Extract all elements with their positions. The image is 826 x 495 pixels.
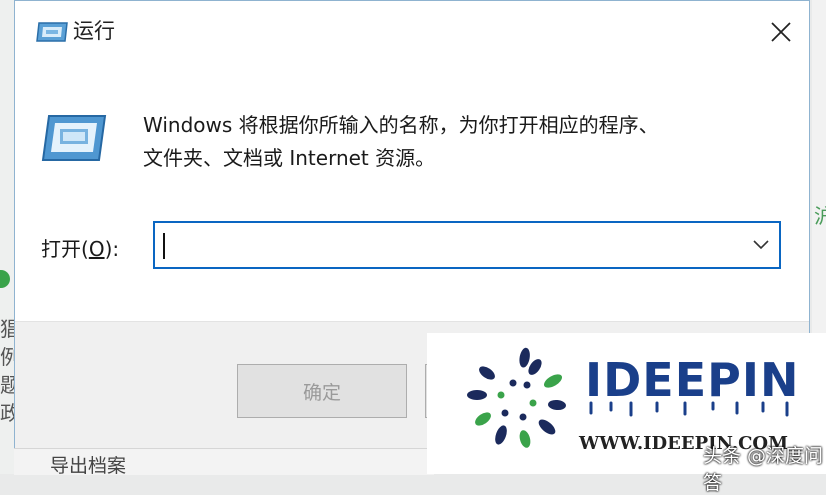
title-bar[interactable]: 运行	[15, 1, 809, 63]
status-dot	[0, 270, 10, 288]
close-icon	[771, 22, 791, 42]
description-line: Windows 将根据你所输入的名称，为你打开相应的程序、	[143, 113, 659, 137]
window-title: 运行	[73, 19, 115, 43]
background-glyph: 例	[0, 346, 14, 368]
run-window-icon	[36, 22, 68, 42]
background-glyph: 政	[0, 402, 14, 424]
open-label-prefix: 打开(	[41, 237, 89, 261]
open-label-suffix: ):	[104, 237, 120, 261]
background-glyph: 题	[0, 374, 14, 396]
watermark: IDEEPIN WWW.IDEEPIN.COM 头条 @深度问答	[427, 333, 826, 494]
close-button[interactable]	[753, 1, 809, 63]
run-window-icon	[41, 115, 107, 161]
open-input[interactable]	[161, 227, 745, 265]
open-label-accelerator: O	[88, 237, 105, 261]
background-left-edge: 猖 例 题 政	[0, 0, 14, 474]
open-label: 打开(O):	[41, 233, 119, 262]
ok-button[interactable]: 确定	[237, 364, 407, 418]
background-bottom-strip: 导出档案	[14, 448, 434, 477]
ideepin-logo	[467, 347, 566, 448]
description: Windows 将根据你所输入的名称，为你打开相应的程序、 文件夹、文档或 In…	[143, 109, 783, 175]
watermark-tag: 头条 @深度问答	[703, 445, 824, 494]
description-line: 文件夹、文档或 Internet 资源。	[143, 146, 436, 170]
chevron-down-icon[interactable]	[751, 237, 771, 253]
open-combobox[interactable]	[153, 221, 781, 269]
text-caret	[163, 233, 165, 259]
watermark-brand: IDEEPIN	[585, 353, 800, 407]
brand-drip-decoration	[589, 401, 789, 417]
background-glyph: 猖	[0, 318, 14, 340]
background-glyph: 沪	[814, 204, 826, 228]
